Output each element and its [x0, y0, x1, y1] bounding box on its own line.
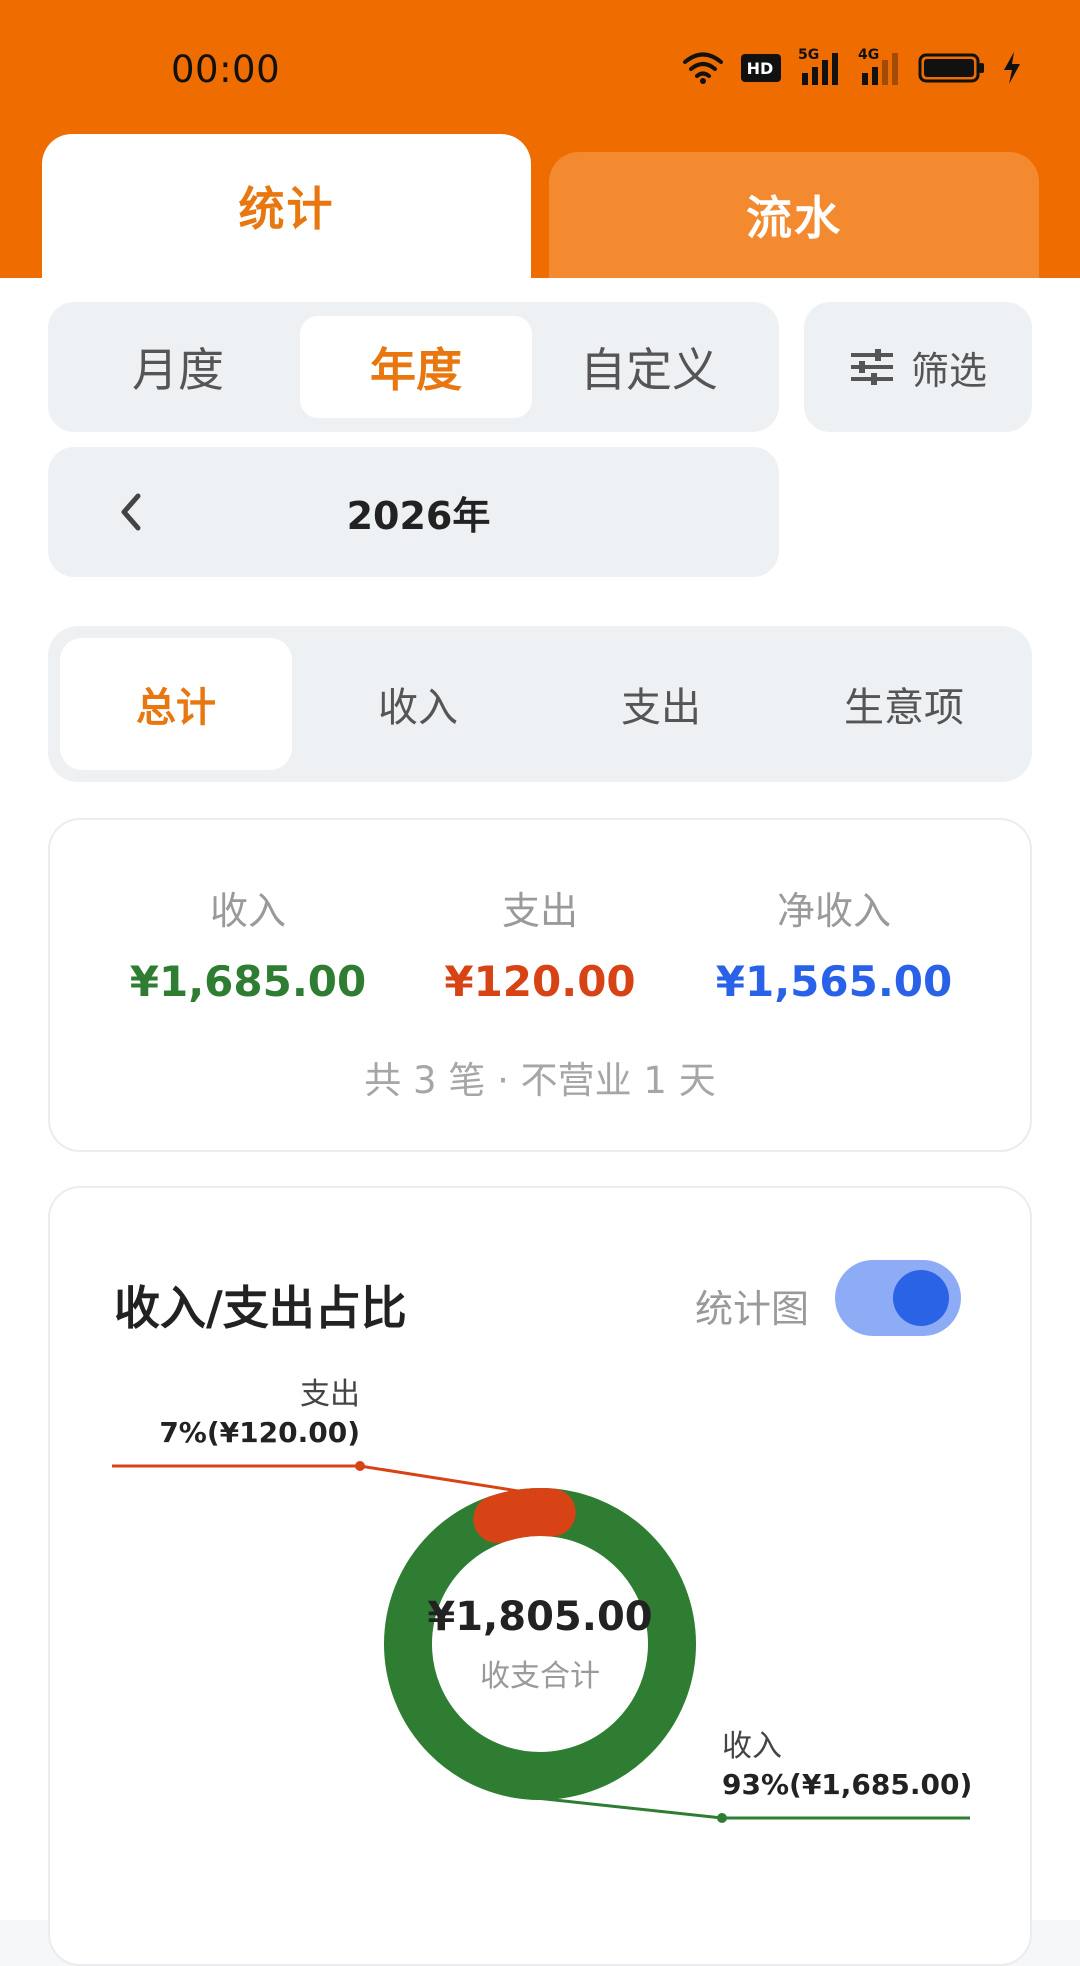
slice-expense: [473, 1488, 576, 1544]
period-mode-selector: 月度 年度 自定义: [48, 302, 779, 432]
svg-text:HD: HD: [747, 59, 774, 78]
chevron-left-icon: [121, 493, 141, 531]
summary-expense: 支出 ¥120.00: [390, 880, 690, 1006]
summary-net: 净收入 ¥1,565.00: [684, 880, 984, 1006]
charging-icon: [1004, 52, 1020, 84]
period-mode-monthly[interactable]: 月度: [62, 316, 294, 418]
expense-leader-line: [112, 1464, 519, 1493]
wifi-icon: [683, 52, 723, 84]
income-label-name: 收入: [722, 1729, 782, 1764]
status-time: 00:00: [171, 48, 281, 91]
expense-leader-dot: [355, 1461, 365, 1471]
signal-5g-label: 5G: [798, 47, 820, 63]
donut-chart: 支出7%(¥120.00)收入93%(¥1,685.00) ¥1,805.00 …: [112, 1377, 972, 1823]
summary-card: 收入 ¥1,685.00 支出 ¥120.00 净收入 ¥1,565.00 共 …: [48, 818, 1032, 1152]
summary-footer: 共 3 笔 · 不营业 1 天: [364, 1059, 716, 1102]
battery-icon: [918, 53, 984, 83]
status-icons: HD 5G 4G: [682, 46, 1022, 90]
hd-icon: HD: [741, 54, 781, 82]
status-bar: 00:00 HD 5G 4G: [0, 0, 1080, 135]
summary-income-label: 收入: [209, 889, 286, 933]
ratio-card: 收入/支出占比 统计图 支出 7%(¥120.00) 收入 93%(¥1,685.00…: [48, 1186, 1032, 1966]
tab-flow[interactable]: 流水: [549, 152, 1039, 278]
sliders-icon: [850, 349, 893, 385]
income-leader-dot: [717, 1813, 727, 1823]
filter-label: 筛选: [910, 348, 987, 393]
signal-4g: 4G: [858, 47, 902, 85]
signal-4g-label: 4G: [858, 47, 880, 63]
period-prev-button[interactable]: [104, 485, 158, 539]
summary-income-value: ¥1,685.00: [129, 957, 367, 1006]
period-mode-custom[interactable]: 自定义: [533, 316, 765, 418]
tab-statistics[interactable]: 统计: [42, 134, 531, 278]
chart-center-value: ¥1,805.00: [427, 1594, 652, 1640]
expense-label-value: 7%(¥120.00): [159, 1416, 360, 1449]
expense-label-name: 支出: [300, 1377, 360, 1412]
summary-expense-label: 支出: [501, 889, 578, 933]
signal-5g: 5G: [798, 47, 842, 85]
slice-income: [384, 1488, 696, 1800]
subtab-income[interactable]: 收入: [302, 638, 534, 770]
summary-net-value: ¥1,565.00: [715, 957, 953, 1006]
period-label: 2026年: [346, 493, 491, 538]
income-label-value: 93%(¥1,685.00): [722, 1768, 972, 1801]
summary-income: 收入 ¥1,685.00: [98, 880, 398, 1006]
summary-net-label: 净收入: [776, 889, 891, 933]
period-navigator: 2026年: [48, 447, 779, 577]
subtab-total[interactable]: 总计: [60, 638, 292, 770]
chart-center-label: 收支合计: [480, 1659, 600, 1694]
period-mode-yearly[interactable]: 年度: [300, 316, 532, 418]
summary-subtabs: 总计 收入 支出 生意项: [48, 626, 1032, 782]
subtab-expense[interactable]: 支出: [545, 638, 777, 770]
summary-expense-value: ¥120.00: [444, 957, 636, 1006]
subtab-business[interactable]: 生意项: [788, 638, 1020, 770]
filter-button[interactable]: 筛选: [804, 302, 1032, 432]
